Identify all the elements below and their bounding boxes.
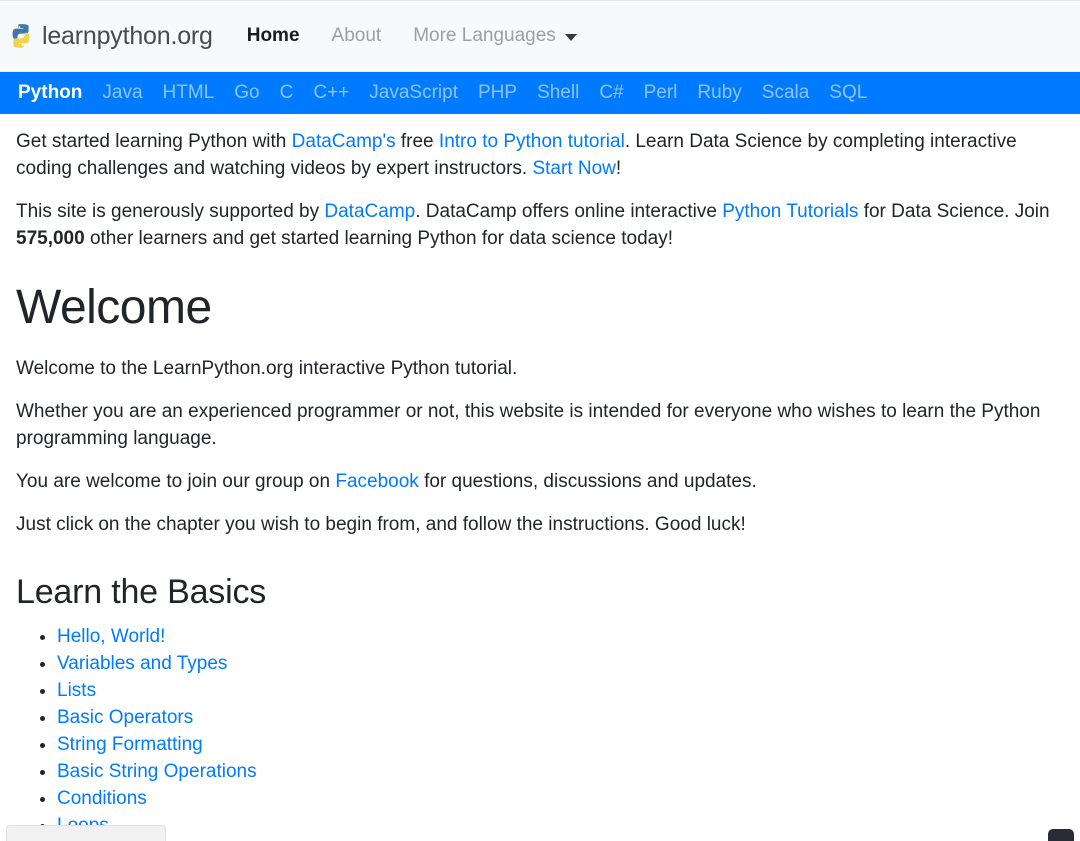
promo-p2-text-4: other learners and get started learning … [85,228,673,249]
language-tab-sql[interactable]: SQL [819,82,877,104]
python-logo-icon [8,23,34,49]
welcome-p3-text-2: for questions, discussions and updates. [419,471,757,492]
list-item: Basic String Operations [57,758,1064,785]
language-tab-java[interactable]: Java [92,82,152,104]
chapter-link-conditions[interactable]: Conditions [57,788,147,809]
brand-logo-link[interactable]: learnpython.org [8,22,213,51]
chapter-link-basic-string-operations[interactable]: Basic String Operations [57,761,257,782]
welcome-paragraph-2: Whether you are an experienced programme… [16,398,1064,452]
link-facebook[interactable]: Facebook [335,471,418,492]
list-item: Basic Operators [57,704,1064,731]
basics-chapter-list: Hello, World! Variables and Types Lists … [16,623,1064,841]
link-datacamps[interactable]: DataCamp's [292,131,396,152]
language-tab-shell[interactable]: Shell [527,82,589,104]
language-tab-ruby[interactable]: Ruby [687,82,751,104]
link-datacamp[interactable]: DataCamp [324,201,415,222]
language-tab-perl[interactable]: Perl [634,82,688,104]
page-title-welcome: Welcome [16,280,1064,335]
language-tab-html[interactable]: HTML [153,82,225,104]
list-item: Conditions [57,785,1064,812]
chapter-link-hello-world[interactable]: Hello, World! [57,626,165,647]
welcome-p3-text-1: You are welcome to join our group on [16,471,335,492]
welcome-paragraph-3: You are welcome to join our group on Fac… [16,468,1064,495]
language-tab-php[interactable]: PHP [468,82,527,104]
learner-count: 575,000 [16,228,85,249]
promo-p1-text-1: Get started learning Python with [16,131,292,152]
link-python-tutorials[interactable]: Python Tutorials [722,201,858,222]
section-title-learn-the-basics: Learn the Basics [16,572,1064,613]
welcome-paragraph-1: Welcome to the LearnPython.org interacti… [16,355,1064,382]
chapter-link-lists[interactable]: Lists [57,680,96,701]
language-tab-csharp[interactable]: C# [589,82,633,104]
promo-p2-text-2: . DataCamp offers online interactive [415,201,722,222]
primary-nav: Home About More Languages [231,25,593,47]
language-tab-c[interactable]: C [270,82,304,104]
nav-item-home[interactable]: Home [231,25,316,47]
chapter-link-variables-and-types[interactable]: Variables and Types [57,653,227,674]
chapter-link-basic-operators[interactable]: Basic Operators [57,707,193,728]
list-item: Variables and Types [57,650,1064,677]
list-item: Hello, World! [57,623,1064,650]
language-nav: Python Java HTML Go C C++ JavaScript PHP… [0,72,1080,114]
site-header: learnpython.org Home About More Language… [0,0,1080,72]
language-tab-go[interactable]: Go [224,82,269,104]
brand-name: learnpython.org [42,22,213,51]
chat-widget-button[interactable] [1048,829,1074,841]
nav-item-more-languages[interactable]: More Languages [397,25,593,47]
language-tab-cpp[interactable]: C++ [303,82,359,104]
list-item: Lists [57,677,1064,704]
promo-paragraph-1: Get started learning Python with DataCam… [16,128,1064,182]
cookie-notice-bar[interactable] [6,825,166,841]
promo-p2-text-1: This site is generously supported by [16,201,324,222]
promo-p1-text-4: ! [616,158,621,179]
promo-p2-text-3: for Data Science. Join [858,201,1049,222]
language-tab-python[interactable]: Python [8,82,92,104]
language-tab-javascript[interactable]: JavaScript [359,82,468,104]
nav-item-about[interactable]: About [316,25,398,47]
caret-down-icon [565,34,577,41]
main-content: Get started learning Python with DataCam… [0,128,1080,841]
list-item: String Formatting [57,731,1064,758]
chapter-link-string-formatting[interactable]: String Formatting [57,734,203,755]
promo-paragraph-2: This site is generously supported by Dat… [16,198,1064,252]
language-tab-scala[interactable]: Scala [752,82,820,104]
nav-item-more-languages-label: More Languages [413,25,556,47]
link-intro-to-python-tutorial[interactable]: Intro to Python tutorial [439,131,625,152]
promo-p1-text-2: free [396,131,439,152]
welcome-paragraph-4: Just click on the chapter you wish to be… [16,511,1064,538]
list-item: Loops [57,812,1064,839]
link-start-now[interactable]: Start Now [532,158,615,179]
